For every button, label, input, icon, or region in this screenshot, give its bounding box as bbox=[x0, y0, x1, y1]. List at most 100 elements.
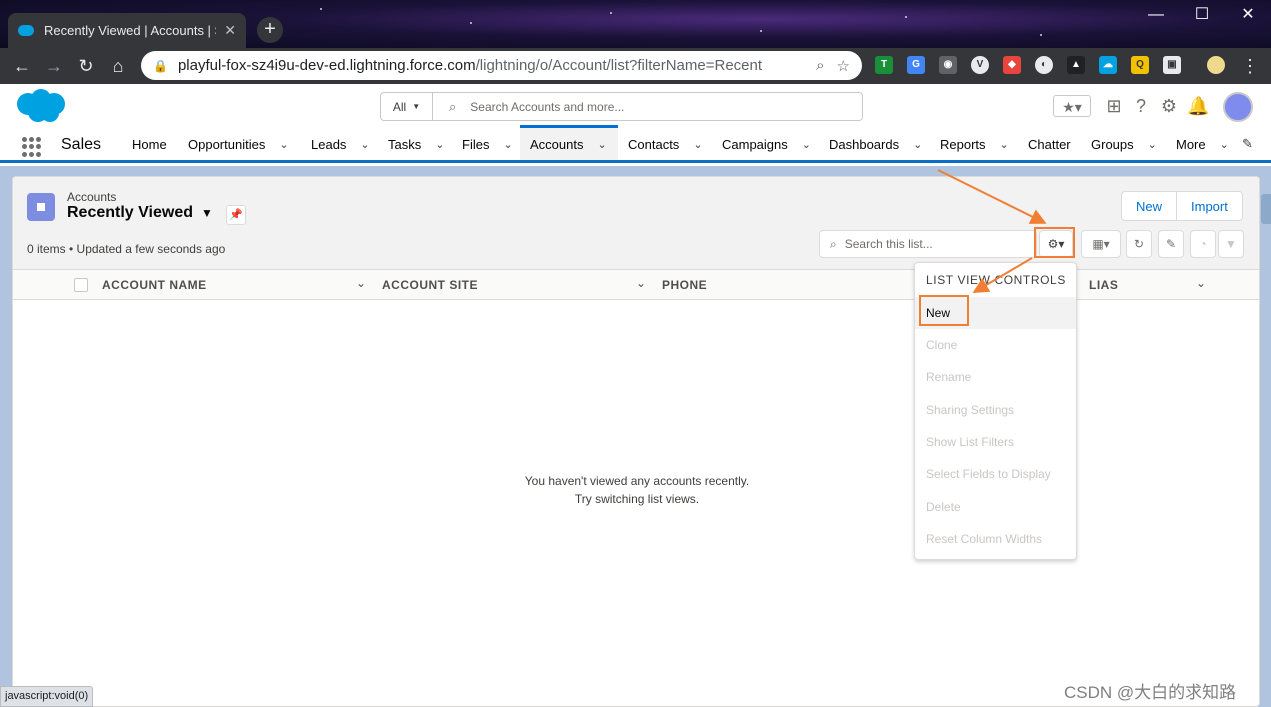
column-header-account-site[interactable]: ACCOUNT SITE bbox=[382, 278, 478, 292]
menu-item-select-fields[interactable]: Select Fields to Display bbox=[915, 458, 1076, 490]
menu-item-reset-column-widths[interactable]: Reset Column Widths bbox=[915, 523, 1076, 555]
extension-icon[interactable]: T bbox=[875, 56, 893, 74]
nav-item-home[interactable]: Home bbox=[132, 128, 167, 160]
close-tab-icon[interactable]: ✕ bbox=[224, 22, 236, 39]
nav-item-label: Campaigns bbox=[722, 136, 788, 152]
vimium-extension-icon[interactable]: V bbox=[971, 56, 989, 74]
nav-item-chatter[interactable]: Chatter bbox=[1028, 128, 1071, 160]
import-button[interactable]: Import bbox=[1176, 192, 1242, 220]
refresh-icon[interactable]: ↻ bbox=[1126, 230, 1152, 258]
object-breadcrumb: Accounts bbox=[67, 190, 117, 204]
chevron-down-icon[interactable]: ⌄ bbox=[356, 276, 366, 290]
nav-item-opportunities[interactable]: Opportunities ⌄ bbox=[188, 128, 289, 160]
nav-item-dashboards[interactable]: Dashboards ⌄ bbox=[829, 128, 922, 160]
extension-icon[interactable]: ▲ bbox=[1067, 56, 1085, 74]
new-item-highlight-box bbox=[919, 295, 969, 326]
chevron-down-icon[interactable]: ⌄ bbox=[636, 276, 646, 290]
chevron-down-icon[interactable]: ⌄ bbox=[1000, 138, 1009, 151]
reload-icon[interactable]: ↻ bbox=[74, 54, 98, 78]
home-icon[interactable]: ⌂ bbox=[106, 54, 130, 78]
list-view-title: Recently Viewed bbox=[67, 204, 193, 221]
salesforce-extension-icon[interactable]: ☁ bbox=[1099, 56, 1117, 74]
search-scope-select[interactable]: All ▼ bbox=[381, 93, 433, 120]
translate-extension-icon[interactable]: G bbox=[907, 56, 925, 74]
user-avatar[interactable] bbox=[1223, 92, 1253, 122]
extension-icon[interactable]: Q bbox=[1131, 56, 1149, 74]
address-bar[interactable]: 🔒 playful-fox-sz4i9u-dev-ed.lightning.fo… bbox=[141, 51, 862, 80]
browser-tab-strip: Recently Viewed | Accounts | S ✕ + — ☐ ✕ bbox=[0, 0, 1271, 48]
star-decor bbox=[610, 12, 612, 14]
pin-list-view-icon[interactable]: 📌 bbox=[226, 205, 246, 225]
nav-item-tasks[interactable]: Tasks ⌄ bbox=[388, 128, 444, 160]
chevron-down-icon[interactable]: ⌄ bbox=[1220, 138, 1229, 151]
star-decor bbox=[320, 8, 322, 10]
browser-toolbar: ← → ↻ ⌂ 🔒 playful-fox-sz4i9u-dev-ed.ligh… bbox=[0, 48, 1271, 84]
app-name: Sales bbox=[61, 136, 102, 153]
notifications-bell-icon[interactable]: 🔔 bbox=[1187, 95, 1209, 117]
star-decor bbox=[760, 30, 762, 32]
browser-menu-icon[interactable]: ⋮ bbox=[1238, 54, 1262, 78]
close-window-button[interactable]: ✕ bbox=[1225, 0, 1271, 30]
browser-tab-active[interactable]: Recently Viewed | Accounts | S ✕ bbox=[8, 13, 246, 48]
help-icon[interactable]: ? bbox=[1130, 95, 1152, 117]
chevron-down-icon[interactable]: ⌄ bbox=[279, 138, 288, 151]
setup-gear-icon[interactable]: ⚙ bbox=[1158, 95, 1180, 117]
nav-item-reports[interactable]: Reports ⌄ bbox=[940, 128, 1009, 160]
utility-rail-toggle[interactable] bbox=[1261, 194, 1271, 224]
extension-icon[interactable]: ◆ bbox=[1003, 56, 1021, 74]
select-all-checkbox[interactable] bbox=[74, 278, 88, 292]
nav-item-label: Chatter bbox=[1028, 136, 1071, 152]
forward-icon[interactable]: → bbox=[42, 54, 66, 78]
bookmark-star-icon[interactable]: ☆ bbox=[837, 57, 850, 75]
list-view-picker[interactable]: Recently Viewed ▼ bbox=[67, 204, 213, 222]
column-header-phone[interactable]: PHONE bbox=[662, 278, 707, 292]
filter-icon[interactable]: ▼ bbox=[1218, 230, 1244, 258]
chevron-down-icon[interactable]: ⌄ bbox=[693, 138, 702, 151]
menu-item-show-list-filters[interactable]: Show List Filters bbox=[915, 426, 1076, 458]
global-search: All ▼ ⌕ Search Accounts and more... bbox=[380, 92, 863, 121]
edit-nav-pencil-icon[interactable]: ✎ bbox=[1242, 128, 1253, 160]
zoom-search-icon[interactable]: ⌕ bbox=[816, 57, 824, 74]
nav-item-campaigns[interactable]: Campaigns ⌄ bbox=[722, 128, 811, 160]
column-header-owner-alias[interactable]: LIAS bbox=[1089, 278, 1118, 292]
menu-item-clone[interactable]: Clone bbox=[915, 329, 1076, 361]
menu-item-rename[interactable]: Rename bbox=[915, 361, 1076, 393]
lock-icon: 🔒 bbox=[153, 58, 168, 73]
new-tab-button[interactable]: + bbox=[257, 17, 283, 43]
nav-item-accounts[interactable]: Accounts ⌄ bbox=[520, 125, 618, 160]
extension-icon[interactable]: ◐ bbox=[1035, 56, 1053, 74]
chevron-down-icon[interactable]: ⌄ bbox=[913, 138, 922, 151]
chevron-down-icon[interactable]: ⌄ bbox=[1196, 276, 1206, 290]
chevron-down-icon[interactable]: ⌄ bbox=[435, 138, 444, 151]
display-as-table-button[interactable]: ▦▾ bbox=[1081, 230, 1121, 258]
chevron-down-icon[interactable]: ⌄ bbox=[1148, 138, 1157, 151]
nav-item-leads[interactable]: Leads ⌄ bbox=[311, 128, 370, 160]
salesforce-logo[interactable] bbox=[14, 88, 66, 124]
new-account-button[interactable]: New bbox=[1122, 192, 1176, 220]
maximize-window-button[interactable]: ☐ bbox=[1179, 0, 1225, 30]
nav-item-more[interactable]: More ⌄ bbox=[1176, 128, 1229, 160]
minimize-window-button[interactable]: — bbox=[1133, 0, 1179, 30]
menu-item-sharing-settings[interactable]: Sharing Settings bbox=[915, 394, 1076, 426]
back-icon[interactable]: ← bbox=[10, 54, 34, 78]
profile-avatar-icon[interactable] bbox=[1207, 56, 1225, 74]
camera-extension-icon[interactable]: ◉ bbox=[939, 56, 957, 74]
extension-icon[interactable]: ▣ bbox=[1163, 56, 1181, 74]
nav-item-groups[interactable]: Groups ⌄ bbox=[1091, 128, 1157, 160]
menu-item-delete[interactable]: Delete bbox=[915, 491, 1076, 523]
nav-item-files[interactable]: Files ⌄ bbox=[462, 128, 513, 160]
edit-pencil-icon[interactable]: ✎ bbox=[1158, 230, 1184, 258]
column-header-account-name[interactable]: ACCOUNT NAME bbox=[102, 278, 207, 292]
chevron-down-icon[interactable]: ⌄ bbox=[360, 138, 369, 151]
global-actions-plus-icon[interactable]: ⊞ bbox=[1103, 95, 1125, 117]
chevron-down-icon[interactable]: ⌄ bbox=[597, 138, 606, 151]
charts-icon[interactable]: ◔ bbox=[1190, 230, 1216, 258]
list-search-input[interactable]: ⌕ Search this list... bbox=[819, 230, 1037, 258]
app-launcher-icon[interactable] bbox=[22, 137, 42, 157]
global-search-input[interactable]: ⌕ Search Accounts and more... bbox=[433, 93, 862, 120]
star-decor bbox=[1040, 34, 1042, 36]
nav-item-contacts[interactable]: Contacts ⌄ bbox=[628, 128, 703, 160]
chevron-down-icon[interactable]: ⌄ bbox=[503, 138, 512, 151]
favorites-star-icon[interactable]: ★▾ bbox=[1053, 95, 1091, 117]
chevron-down-icon[interactable]: ⌄ bbox=[802, 138, 811, 151]
